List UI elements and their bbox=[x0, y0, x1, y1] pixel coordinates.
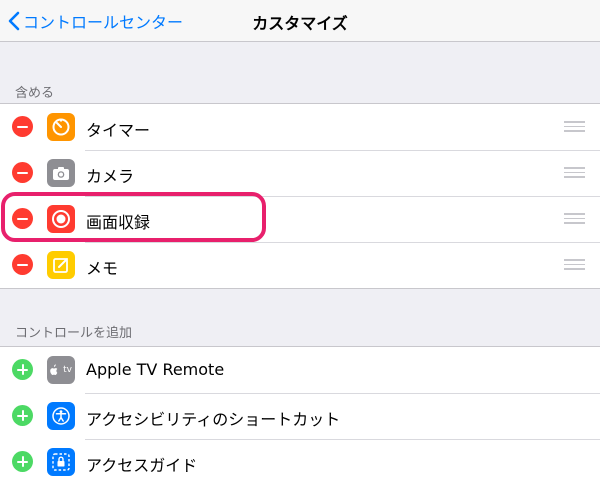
list-item-apple-tv-remote: tv Apple TV Remote bbox=[0, 347, 600, 393]
list-item-label: アクセシビリティのショートカット bbox=[86, 410, 341, 429]
add-button[interactable] bbox=[12, 451, 33, 472]
reorder-handle-icon[interactable] bbox=[564, 213, 585, 224]
remove-button[interactable] bbox=[12, 162, 33, 183]
add-button[interactable] bbox=[12, 405, 33, 426]
list-item-label: カメラ bbox=[86, 167, 135, 186]
remove-button[interactable] bbox=[12, 254, 33, 275]
timer-icon bbox=[47, 113, 75, 141]
list-item-camera: カメラ bbox=[0, 150, 600, 196]
list-item-notes: メモ bbox=[0, 242, 600, 288]
notes-icon bbox=[47, 251, 75, 279]
list-item-accessibility-shortcut: アクセシビリティのショートカット bbox=[0, 393, 600, 439]
section-header-include: 含める bbox=[15, 86, 55, 101]
camera-icon bbox=[47, 159, 75, 187]
highlight-annotation bbox=[1, 192, 266, 242]
list-item-label: メモ bbox=[86, 259, 119, 278]
section-header-add: コントロールを追加 bbox=[15, 326, 133, 341]
reorder-handle-icon[interactable] bbox=[564, 167, 585, 178]
guided-access-icon bbox=[47, 448, 75, 476]
page-title: カスタマイズ bbox=[252, 14, 348, 33]
list-item-guided-access: アクセスガイド bbox=[0, 439, 600, 485]
list-item-timer: タイマー bbox=[0, 104, 600, 150]
remove-button[interactable] bbox=[12, 116, 33, 137]
accessibility-icon bbox=[47, 402, 75, 430]
reorder-handle-icon[interactable] bbox=[564, 259, 585, 270]
add-button[interactable] bbox=[12, 359, 33, 380]
list-item-label: Apple TV Remote bbox=[86, 360, 225, 379]
more-controls-list: tv Apple TV Remote アクセシビリティのショートカット アクセス… bbox=[0, 346, 600, 485]
list-item-label: タイマー bbox=[86, 121, 151, 140]
navigation-bar: コントロールセンター カスタマイズ bbox=[0, 0, 600, 42]
icon-text: tv bbox=[63, 365, 72, 375]
apple-tv-remote-icon: tv bbox=[47, 356, 75, 384]
reorder-handle-icon[interactable] bbox=[564, 121, 585, 132]
list-item-label: アクセスガイド bbox=[86, 456, 198, 475]
